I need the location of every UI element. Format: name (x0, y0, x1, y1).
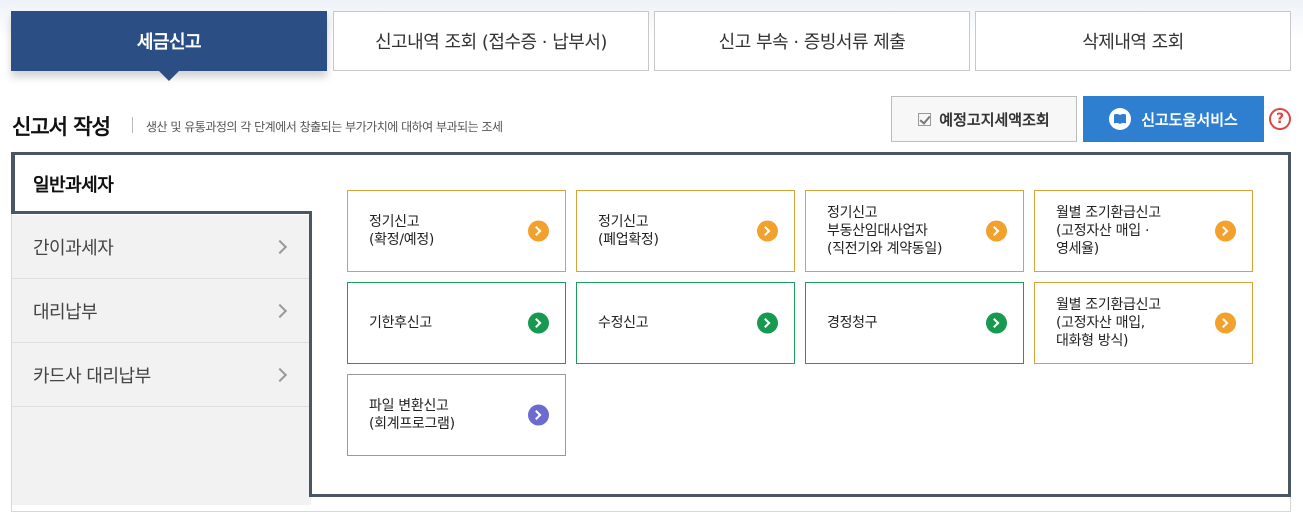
card-monthly-early-refund-interactive[interactable]: 월별 조기환급신고 (고정자산 매입, 대화형 방식) (1034, 282, 1253, 364)
tab-filing-history[interactable]: 신고내역 조회 (접수증 · 납부서) (333, 11, 649, 71)
sidebar-item-card-proxy-payment[interactable]: 카드사 대리납부 (12, 343, 311, 407)
chevron-right-circle-icon (1215, 220, 1236, 242)
filing-help-service-label: 신고도움서비스 (1141, 110, 1238, 129)
chevron-right-circle-icon (757, 220, 778, 242)
card-file-conversion-filing[interactable]: 파일 변환신고 (회계프로그램) (347, 374, 566, 456)
tab-tax-filing[interactable]: 세금신고 (11, 11, 327, 71)
sidebar-item-label: 카드사 대리납부 (33, 365, 151, 387)
card-late-filing[interactable]: 기한후신고 (347, 282, 566, 364)
panel-border-inner-left (309, 211, 312, 497)
card-label: 기한후신고 (369, 315, 432, 331)
card-regular-filing[interactable]: 정기신고 (확정/예정) (347, 190, 566, 272)
sidebar-item-label: 간이과세자 (33, 237, 114, 259)
card-amended-filing[interactable]: 수정신고 (576, 282, 795, 364)
chevron-right-icon (272, 303, 288, 318)
sidebar-item-general-taxpayer[interactable]: 일반과세자 (13, 153, 311, 214)
chevron-right-circle-icon (986, 220, 1007, 242)
card-regular-filing-real-estate[interactable]: 정기신고 부동산임대사업자 (직전기와 계약동일) (805, 190, 1024, 272)
tab-attachment-submit[interactable]: 신고 부속 · 증빙서류 제출 (654, 11, 970, 71)
chevron-right-circle-icon (528, 312, 549, 334)
page-description: 생산 및 유통과정의 각 단계에서 창출되는 부가가치에 대하여 부과되는 조세 (146, 120, 503, 134)
card-label: 경정청구 (827, 315, 878, 331)
panel-border-right (1288, 152, 1291, 497)
checkbox-icon (918, 112, 932, 126)
chevron-right-circle-icon (986, 312, 1007, 334)
book-icon (1109, 108, 1132, 130)
chevron-right-circle-icon (528, 404, 549, 426)
card-label: 정기신고 (폐업확정) (598, 214, 659, 248)
estimate-tax-lookup-button[interactable]: 예정고지세액조회 (891, 96, 1077, 142)
panel-border-bottom (309, 494, 1291, 497)
card-correction-claim[interactable]: 경정청구 (805, 282, 1024, 364)
sidebar-item-label: 대리납부 (33, 301, 98, 323)
chevron-right-circle-icon (528, 220, 549, 242)
card-label: 정기신고 (확정/예정) (369, 214, 435, 248)
title-divider (132, 117, 133, 133)
chevron-right-icon (272, 367, 288, 382)
chevron-right-circle-icon (1215, 312, 1236, 334)
card-regular-filing-closure[interactable]: 정기신고 (폐업확정) (576, 190, 795, 272)
card-label: 수정신고 (598, 315, 649, 331)
panel-border-mid (11, 211, 312, 214)
card-label: 정기신고 부동산임대사업자 (직전기와 계약동일) (827, 205, 943, 257)
chevron-right-circle-icon (757, 312, 778, 334)
card-label: 월별 조기환급신고 (고정자산 매입, 대화형 방식) (1056, 297, 1161, 349)
filing-help-service-button[interactable]: 신고도움서비스 (1083, 96, 1264, 142)
help-icon[interactable]: ? (1269, 108, 1291, 130)
panel-border-left (11, 152, 15, 214)
sidebar-item-simplified-taxpayer[interactable]: 간이과세자 (12, 215, 311, 279)
card-label: 월별 조기환급신고 (고정자산 매입 · 영세율) (1056, 205, 1161, 257)
estimate-tax-lookup-label: 예정고지세액조회 (939, 110, 1050, 129)
sidebar-item-proxy-payment[interactable]: 대리납부 (12, 279, 311, 343)
card-monthly-early-refund[interactable]: 월별 조기환급신고 (고정자산 매입 · 영세율) (1034, 190, 1253, 272)
panel-border-top (11, 152, 1291, 155)
tab-deletion-history[interactable]: 삭제내역 조회 (975, 11, 1291, 71)
chevron-right-icon (272, 239, 288, 254)
page-title: 신고서 작성 (12, 115, 111, 139)
card-label: 파일 변환신고 (회계프로그램) (369, 398, 455, 432)
